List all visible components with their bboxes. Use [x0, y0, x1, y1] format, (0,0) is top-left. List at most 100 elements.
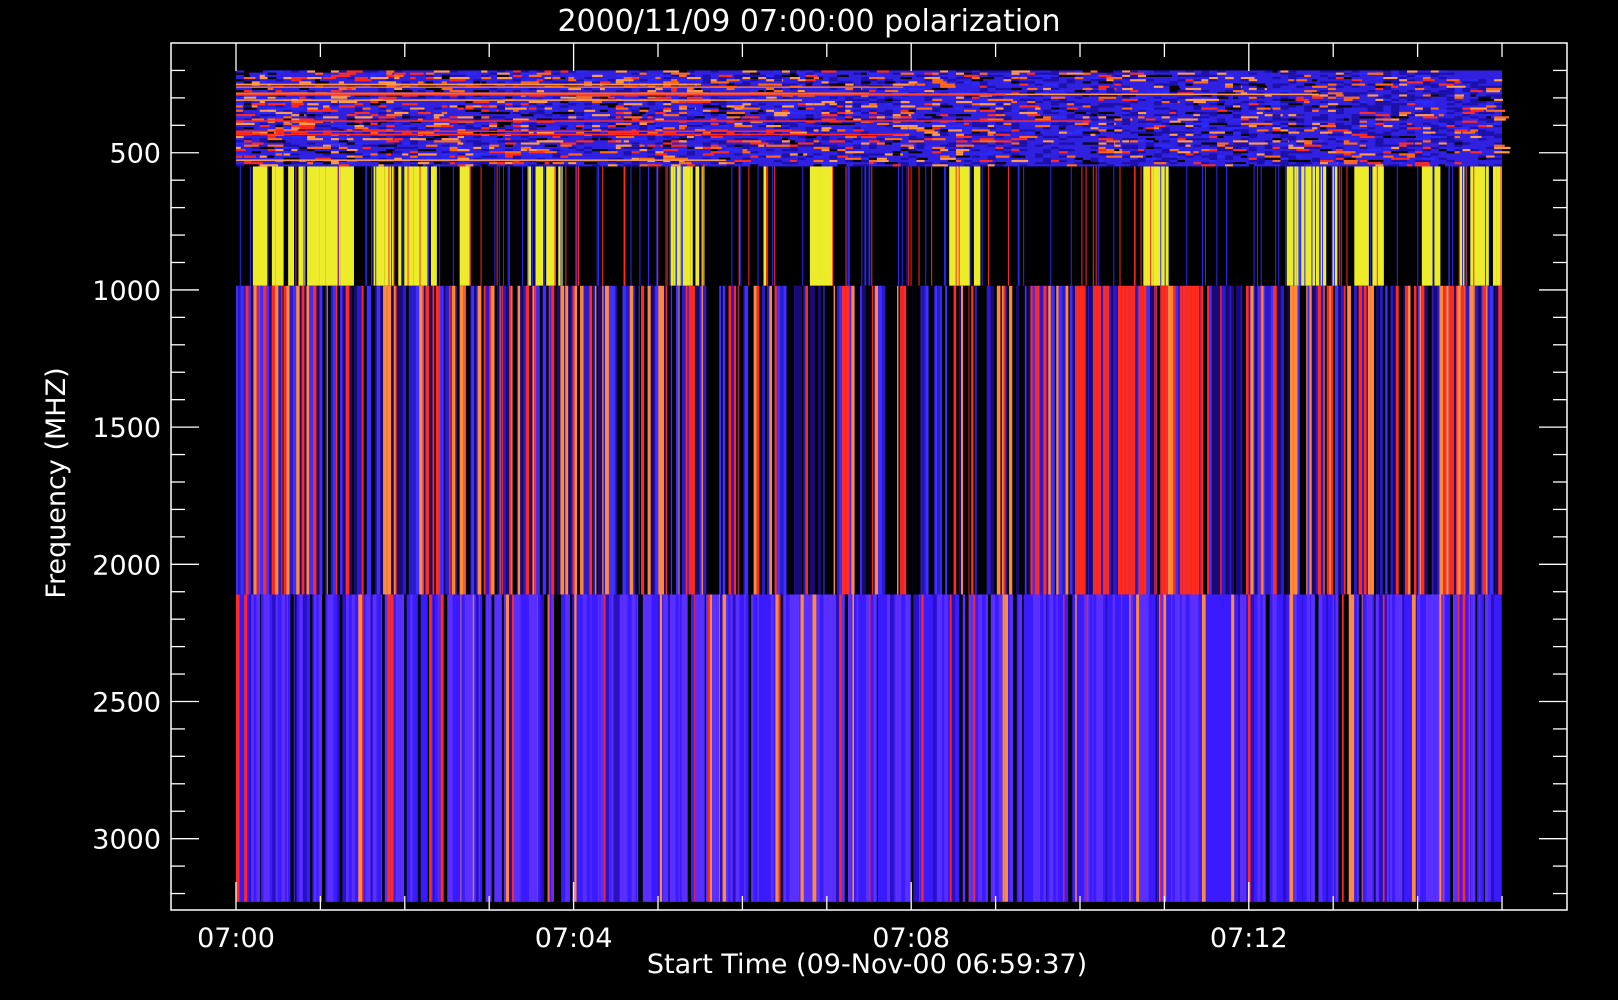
gap-line — [657, 166, 659, 286]
noise-cell — [1225, 155, 1233, 158]
noise-cell — [1438, 76, 1447, 80]
stripe — [376, 594, 380, 902]
stripe — [718, 594, 720, 902]
stripe — [358, 594, 363, 902]
noise-cell — [1351, 81, 1360, 84]
gap-line — [665, 166, 667, 286]
stripe — [707, 594, 710, 902]
noise-cell — [1446, 98, 1455, 101]
noise-cell — [1327, 94, 1336, 97]
noise-cell — [1383, 74, 1392, 77]
noise-cell — [892, 83, 910, 86]
stripe — [467, 594, 470, 902]
noise-cell — [623, 81, 630, 84]
noise-cell — [1153, 144, 1173, 147]
stripe — [1250, 285, 1254, 595]
noise-cell — [1383, 96, 1392, 99]
noise-cell — [1035, 83, 1044, 86]
stripe — [277, 594, 281, 902]
noise-cell — [956, 76, 964, 80]
stripe — [741, 594, 745, 902]
noise-cell — [1122, 118, 1131, 121]
stripe — [1496, 594, 1499, 902]
noise-cell — [789, 70, 798, 73]
noise-cell — [1422, 131, 1436, 134]
noise-cell — [1145, 122, 1154, 125]
stripe — [1430, 594, 1435, 902]
gap-line — [1376, 166, 1378, 286]
gap-line — [738, 166, 740, 286]
gap-line — [1485, 166, 1487, 286]
noise-cell — [1280, 105, 1289, 108]
stripe — [604, 594, 606, 902]
noise-cell — [1177, 140, 1193, 143]
noise-cell — [1454, 81, 1461, 84]
noise-cell — [1058, 151, 1068, 154]
noise-cell — [354, 142, 370, 145]
noise-cell — [892, 127, 901, 130]
noise-cell — [1391, 114, 1400, 117]
gap-line — [1338, 166, 1340, 286]
stripe — [823, 285, 825, 595]
noise-cell — [1169, 131, 1178, 134]
stripe — [688, 285, 692, 595]
stripe — [776, 285, 781, 595]
noise-cell — [1399, 142, 1414, 145]
noise-cell — [987, 85, 996, 88]
stripe — [1056, 594, 1058, 902]
noise-cell — [750, 164, 759, 167]
stripe — [728, 594, 731, 902]
noise-cell — [671, 74, 680, 77]
noise-cell — [1240, 76, 1255, 80]
noise-cell — [386, 100, 394, 104]
stripe — [1434, 594, 1436, 902]
noise-cell — [1050, 87, 1059, 91]
noise-cell — [845, 81, 854, 84]
noise-cell — [1225, 90, 1233, 93]
noise-cell — [837, 146, 846, 149]
stripe — [956, 285, 960, 595]
noise-cell — [687, 151, 695, 154]
noise-cell — [1470, 94, 1477, 97]
noise-cell — [631, 162, 640, 165]
noise-cell — [853, 87, 862, 91]
noise-cell — [410, 116, 418, 119]
stripe — [1121, 285, 1126, 595]
stripe — [1143, 594, 1147, 902]
noise-cell — [1391, 151, 1408, 154]
stripe — [1234, 285, 1237, 595]
noise-cell — [599, 151, 618, 154]
stripe — [835, 594, 840, 902]
stripe — [978, 594, 980, 902]
noise-cell — [552, 81, 561, 84]
stripe — [1157, 285, 1161, 595]
noise-cell — [1399, 159, 1408, 163]
noise-cell — [1248, 118, 1257, 121]
gap-line — [675, 166, 677, 286]
stripe — [396, 285, 400, 595]
noise-cell — [884, 135, 896, 139]
noise-cell — [1391, 157, 1410, 160]
stripe — [449, 594, 453, 902]
noise-cell — [512, 74, 523, 77]
noise-cell — [734, 162, 743, 165]
noise-cell — [1288, 151, 1297, 154]
noise-cell — [1414, 111, 1423, 115]
stripe — [1433, 285, 1438, 595]
noise-cell — [544, 140, 564, 143]
noise-cell — [1161, 159, 1170, 163]
noise-cell — [829, 146, 838, 149]
noise-cell — [1414, 96, 1423, 99]
stripe — [982, 594, 986, 902]
stripe — [337, 285, 340, 595]
noise-cell — [1391, 85, 1399, 88]
stripe — [1155, 285, 1157, 595]
noise-cell — [259, 127, 270, 130]
gap-line — [944, 166, 946, 286]
noise-cell — [1304, 74, 1311, 77]
gap-line — [1500, 166, 1502, 286]
stripe — [325, 594, 328, 902]
noise-cell — [1106, 140, 1120, 143]
noise-cell — [829, 144, 838, 147]
yellow-block — [546, 166, 556, 286]
